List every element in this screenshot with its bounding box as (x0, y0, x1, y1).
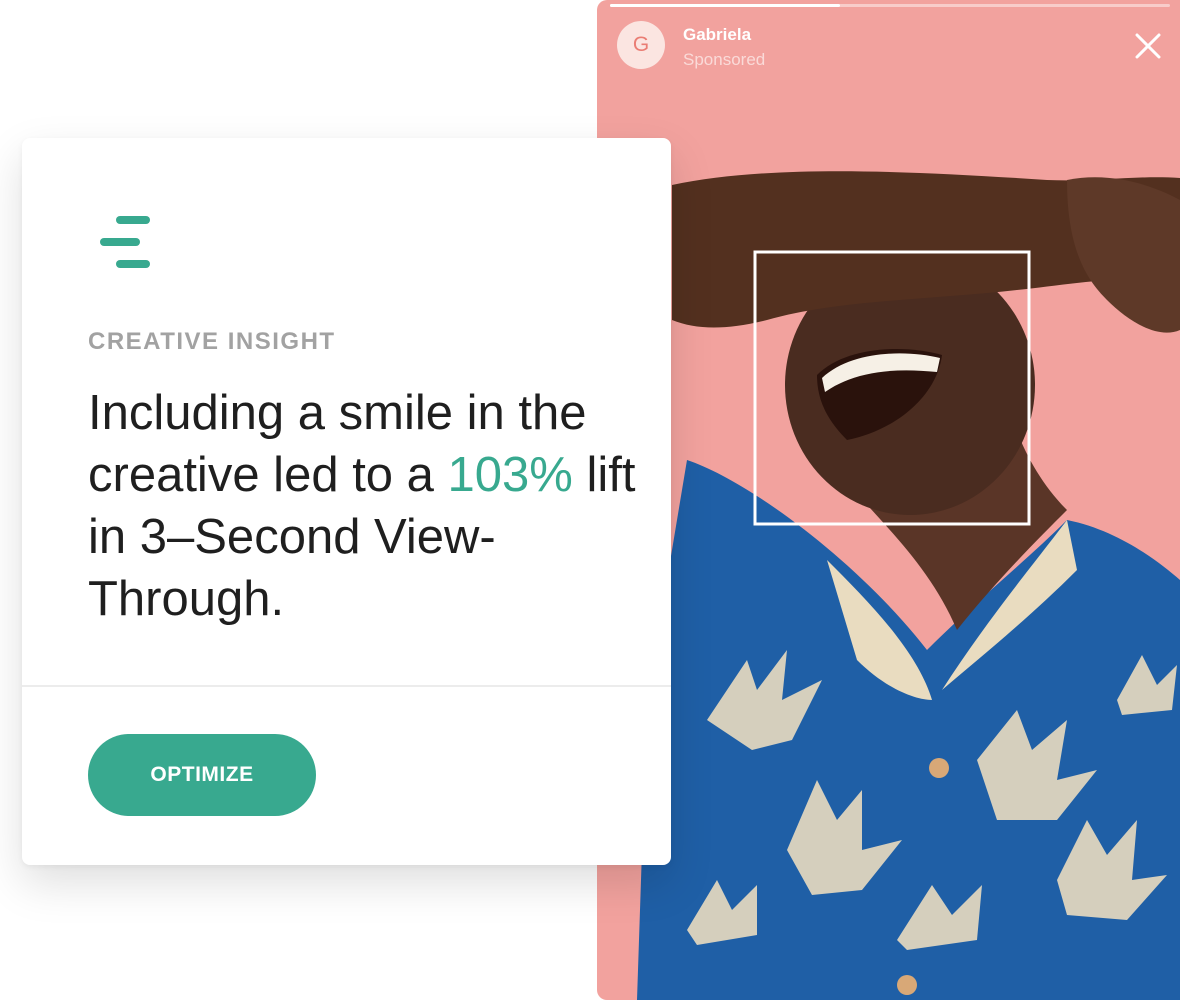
insight-card: CREATIVE INSIGHT Including a smile in th… (22, 138, 671, 865)
story-progress-bar (610, 4, 1170, 7)
story-photo (637, 171, 1180, 1000)
brand-bars-icon (100, 216, 150, 268)
avatar[interactable]: G (617, 21, 665, 69)
insight-eyebrow: CREATIVE INSIGHT (88, 328, 336, 355)
lift-percentage: 103% (447, 448, 573, 502)
ad-insight-stage: G Gabriela Sponsored CREATIVE INSIGHT In… (0, 0, 1180, 1007)
insight-headline: Including a smile in the creative led to… (88, 382, 648, 630)
optimize-button[interactable]: OPTIMIZE (88, 734, 316, 816)
story-progress-fill (610, 4, 840, 7)
account-name[interactable]: Gabriela (683, 25, 751, 45)
sponsored-label: Sponsored (683, 50, 766, 69)
close-icon[interactable] (1132, 30, 1164, 62)
story-preview: G Gabriela Sponsored (597, 0, 1180, 1000)
card-divider (22, 685, 671, 687)
